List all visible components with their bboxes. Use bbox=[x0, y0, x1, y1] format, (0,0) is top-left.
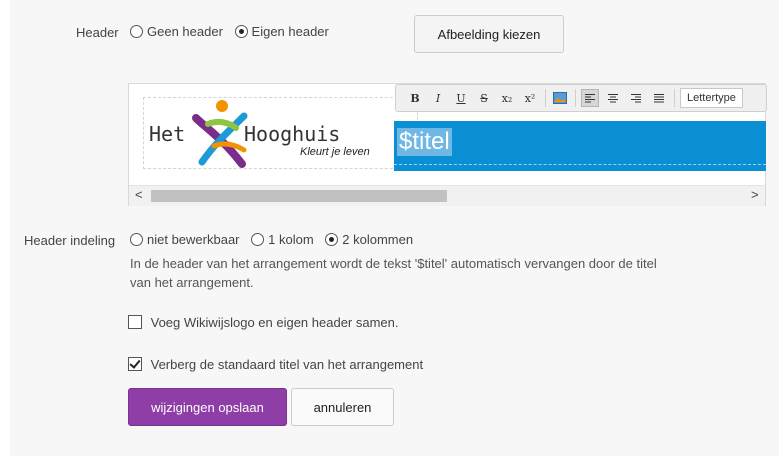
radio-eigen-header-control[interactable] bbox=[234, 25, 248, 38]
title-placeholder[interactable]: $titel bbox=[397, 128, 452, 156]
radio-2-kolommen[interactable]: 2 kolommen bbox=[325, 232, 413, 247]
radio-geen-header-control[interactable] bbox=[130, 25, 143, 38]
radio-geen-header-label: Geen header bbox=[147, 24, 223, 39]
title-area-border bbox=[394, 164, 766, 165]
hide-title-option[interactable]: Verberg de standaard titel van het arran… bbox=[128, 357, 423, 372]
header-label: Header bbox=[76, 25, 119, 40]
strikethrough-button[interactable]: S bbox=[475, 89, 493, 107]
header-editor[interactable]: Het Hooghuis Kleurt je leven $titel B I … bbox=[128, 83, 767, 206]
merge-logo-label: Voeg Wikiwijslogo en eigen header samen. bbox=[150, 315, 399, 330]
scrollbar-thumb[interactable] bbox=[151, 190, 447, 202]
italic-button[interactable]: I bbox=[429, 89, 447, 107]
toolbar-separator bbox=[545, 89, 546, 107]
radio-1-kolom-control[interactable] bbox=[251, 233, 265, 246]
superscript-button[interactable]: x² bbox=[521, 89, 539, 107]
radio-1-kolom-label: 1 kolom bbox=[268, 232, 314, 247]
font-select[interactable]: Lettertype bbox=[680, 88, 743, 108]
logo-area: Het Hooghuis Kleurt je leven bbox=[143, 97, 418, 169]
hide-title-label: Verberg de standaard titel van het arran… bbox=[150, 357, 424, 372]
radio-1-kolom[interactable]: 1 kolom bbox=[251, 232, 314, 247]
toolbar-separator bbox=[674, 89, 675, 107]
radio-2-kolommen-label: 2 kolommen bbox=[342, 232, 414, 247]
image-icon[interactable] bbox=[551, 89, 569, 107]
layout-options: niet bewerkbaar 1 kolom 2 kolommen bbox=[130, 232, 421, 249]
horizontal-scrollbar[interactable]: < > bbox=[129, 185, 765, 206]
radio-niet-bewerkbaar-control[interactable] bbox=[130, 233, 143, 246]
radio-niet-bewerkbaar-label: niet bewerkbaar bbox=[147, 232, 240, 247]
hide-title-checkbox[interactable] bbox=[128, 357, 142, 371]
align-right-icon[interactable] bbox=[627, 89, 645, 107]
cancel-button[interactable]: annuleren bbox=[291, 388, 394, 426]
logo-text-hooghuis: Hooghuis bbox=[244, 122, 341, 146]
align-left-icon[interactable] bbox=[581, 89, 599, 107]
merge-logo-option[interactable]: Voeg Wikiwijslogo en eigen header samen. bbox=[128, 315, 399, 330]
bold-button[interactable]: B bbox=[406, 89, 424, 107]
underline-button[interactable]: U bbox=[452, 89, 470, 107]
layout-help-text: In de header van het arrangement wordt d… bbox=[130, 254, 730, 292]
subscript-button[interactable]: x₂ bbox=[498, 89, 516, 107]
scroll-left-icon[interactable]: < bbox=[135, 187, 143, 202]
settings-panel bbox=[10, 0, 779, 456]
toolbar-separator bbox=[575, 89, 576, 107]
merge-logo-checkbox[interactable] bbox=[128, 315, 142, 329]
header-options: Geen header Eigen header bbox=[130, 24, 337, 41]
radio-2-kolommen-control[interactable] bbox=[325, 233, 339, 246]
help-line-1: In de header van het arrangement wordt d… bbox=[130, 256, 657, 271]
radio-eigen-header-label: Eigen header bbox=[251, 24, 329, 39]
layout-label: Header indeling bbox=[24, 233, 116, 248]
radio-eigen-header[interactable]: Eigen header bbox=[234, 24, 329, 39]
editor-toolbar: B I U S x₂ x² Lettertype bbox=[395, 84, 767, 112]
choose-image-button[interactable]: Afbeelding kiezen bbox=[414, 15, 564, 53]
title-area[interactable]: $titel bbox=[394, 121, 766, 171]
help-line-2: van het arrangement. bbox=[130, 275, 254, 290]
align-center-icon[interactable] bbox=[604, 89, 622, 107]
logo-text-het: Het bbox=[149, 122, 186, 146]
align-justify-icon[interactable] bbox=[650, 89, 668, 107]
save-changes-button[interactable]: wijzigingen opslaan bbox=[128, 388, 287, 426]
logo-tagline: Kleurt je leven bbox=[300, 146, 370, 158]
scroll-right-icon[interactable]: > bbox=[751, 187, 759, 202]
radio-niet-bewerkbaar[interactable]: niet bewerkbaar bbox=[130, 232, 240, 247]
radio-geen-header[interactable]: Geen header bbox=[130, 24, 223, 39]
